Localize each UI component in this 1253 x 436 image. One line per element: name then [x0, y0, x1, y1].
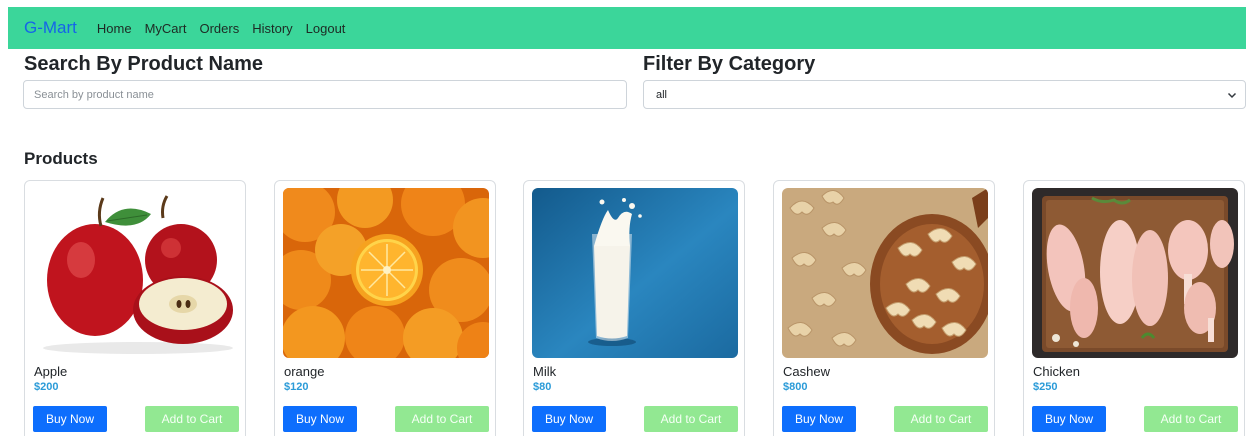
add-to-cart-button[interactable]: Add to Cart	[894, 406, 988, 432]
nav-mycart[interactable]: MyCart	[145, 21, 187, 36]
product-price: $80	[533, 381, 552, 393]
product-image-cashew	[782, 188, 988, 358]
category-selected-value: all	[656, 88, 668, 101]
category-select[interactable]: all	[643, 80, 1246, 109]
product-card-apple: Apple $200 Buy Now Add to Cart	[24, 180, 246, 436]
add-to-cart-button[interactable]: Add to Cart	[644, 406, 738, 432]
product-name: Chicken	[1033, 364, 1080, 379]
product-card-orange: orange $120 Buy Now Add to Cart	[274, 180, 496, 436]
navbar: G-Mart Home MyCart Orders History Logout	[8, 7, 1246, 49]
buy-now-button[interactable]: Buy Now	[1032, 406, 1106, 432]
nav-home[interactable]: Home	[97, 21, 132, 36]
product-name: Cashew	[783, 364, 830, 379]
product-price: $250	[1033, 381, 1058, 393]
add-to-cart-button[interactable]: Add to Cart	[1144, 406, 1238, 432]
buy-now-button[interactable]: Buy Now	[283, 406, 357, 432]
brand-logo[interactable]: G-Mart	[24, 18, 77, 38]
product-image-milk	[532, 188, 738, 358]
chevron-down-icon	[1227, 92, 1237, 98]
nav-logout[interactable]: Logout	[306, 21, 346, 36]
product-price: $200	[34, 381, 59, 393]
product-card-milk: Milk $80 Buy Now Add to Cart	[523, 180, 745, 436]
product-image-chicken	[1032, 188, 1238, 358]
nav-history[interactable]: History	[252, 21, 292, 36]
product-price: $120	[284, 381, 309, 393]
buy-now-button[interactable]: Buy Now	[532, 406, 606, 432]
product-name: orange	[284, 364, 325, 379]
nav-orders[interactable]: Orders	[199, 21, 239, 36]
product-name: Apple	[34, 364, 68, 379]
products-title: Products	[24, 149, 98, 168]
buy-now-button[interactable]: Buy Now	[33, 406, 107, 432]
buy-now-button[interactable]: Buy Now	[782, 406, 856, 432]
add-to-cart-button[interactable]: Add to Cart	[395, 406, 489, 432]
add-to-cart-button[interactable]: Add to Cart	[145, 406, 239, 432]
product-image-orange	[283, 188, 489, 358]
product-name: Milk	[533, 364, 557, 379]
product-card-chicken: Chicken $250 Buy Now Add to Cart	[1023, 180, 1245, 436]
product-image-apple	[33, 188, 239, 358]
product-card-cashew: Cashew $800 Buy Now Add to Cart	[773, 180, 995, 436]
search-input[interactable]	[23, 80, 627, 109]
search-title: Search By Product Name	[24, 53, 263, 75]
page: G-Mart Home MyCart Orders History Logout…	[0, 0, 1253, 436]
product-price: $800	[783, 381, 808, 393]
filter-title: Filter By Category	[643, 53, 816, 75]
